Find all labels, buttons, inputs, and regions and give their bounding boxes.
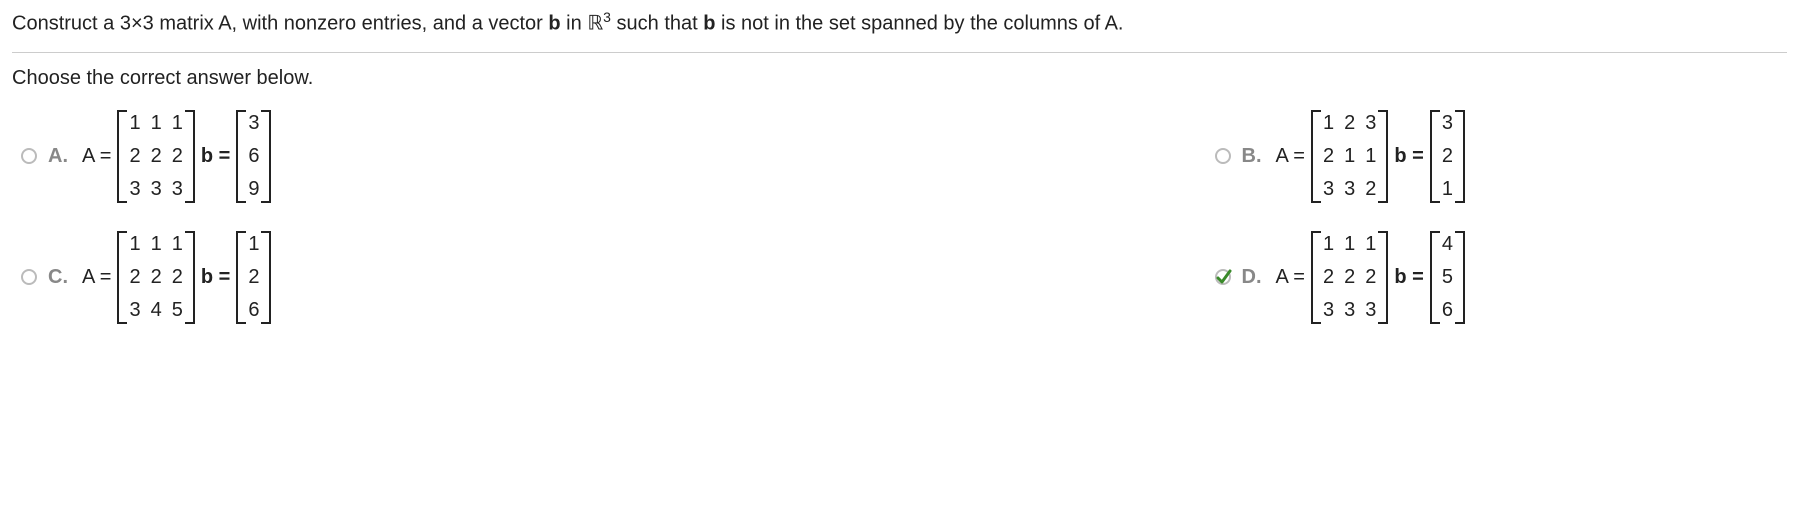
divider [12, 52, 1787, 53]
A-eq-label: A = [82, 266, 111, 289]
question-text: Construct a 3×3 matrix A, with nonzero e… [12, 8, 1787, 38]
cell: 1 [129, 233, 140, 256]
choice-c[interactable]: C. A = 111 222 345 b = 1 2 6 [20, 231, 594, 324]
vector-b: 3 2 1 [1430, 110, 1465, 203]
cell: 6 [248, 145, 259, 168]
cell: 2 [151, 266, 162, 289]
q-part: such that [611, 13, 703, 35]
matrix-A: 111 222 345 [117, 231, 194, 324]
vector-b: 3 6 9 [236, 110, 271, 203]
b-eq-label: b = [1394, 145, 1423, 168]
cell: 3 [129, 178, 140, 201]
cell: 3 [151, 178, 162, 201]
instruction-text: Choose the correct answer below. [12, 67, 1787, 90]
b-eq-label: b = [201, 266, 230, 289]
cell: 3 [1323, 178, 1334, 201]
cell: 1 [1323, 112, 1334, 135]
radio-checked-correct-icon[interactable] [1214, 268, 1232, 286]
cell: 2 [129, 145, 140, 168]
cell: 1 [172, 112, 183, 135]
choices-grid: A. A = 111 222 333 b = 3 6 9 [12, 110, 1787, 324]
cell: 1 [172, 233, 183, 256]
cell: 2 [1365, 266, 1376, 289]
cell: 1 [1344, 145, 1355, 168]
cell: 2 [1365, 178, 1376, 201]
cell: 1 [129, 112, 140, 135]
matrix-A: 111 222 333 [1311, 231, 1388, 324]
choice-d[interactable]: D. A = 111 222 333 b = 4 5 6 [1214, 231, 1788, 324]
choice-equation: A = 111 222 345 b = 1 2 6 [82, 231, 271, 324]
q-R: ℝ [587, 13, 603, 35]
cell: 2 [172, 266, 183, 289]
cell: 2 [1344, 266, 1355, 289]
cell: 9 [248, 178, 259, 201]
cell: 5 [1442, 266, 1453, 289]
cell: 1 [1344, 233, 1355, 256]
q-part: 3 matrix A, with nonzero entries, and a … [143, 13, 549, 35]
q-part: in [561, 13, 588, 35]
cell: 1 [1365, 145, 1376, 168]
radio-unchecked-icon[interactable] [20, 147, 38, 165]
cell: 3 [1344, 299, 1355, 322]
radio-unchecked-icon[interactable] [20, 268, 38, 286]
cell: 1 [151, 233, 162, 256]
cell: 3 [1323, 299, 1334, 322]
cell: 3 [129, 299, 140, 322]
q-part: is not in the set spanned by the columns… [715, 13, 1123, 35]
cell: 2 [151, 145, 162, 168]
cell: 1 [151, 112, 162, 135]
choice-equation: A = 111 222 333 b = 4 5 6 [1276, 231, 1465, 324]
vector-b: 4 5 6 [1430, 231, 1465, 324]
cell: 3 [1344, 178, 1355, 201]
matrix-A: 111 222 333 [117, 110, 194, 203]
cell: 1 [1442, 178, 1453, 201]
b-eq-label: b = [201, 145, 230, 168]
cell: 3 [1365, 112, 1376, 135]
cell: 4 [151, 299, 162, 322]
cell: 3 [1365, 299, 1376, 322]
cell: 1 [248, 233, 259, 256]
cell: 2 [1344, 112, 1355, 135]
cell: 2 [172, 145, 183, 168]
cell: 2 [1323, 145, 1334, 168]
cell: 6 [1442, 299, 1453, 322]
A-eq-label: A = [1276, 266, 1305, 289]
cell: 1 [1323, 233, 1334, 256]
radio-unchecked-icon[interactable] [1214, 147, 1232, 165]
choice-letter: A. [48, 145, 68, 168]
cell: 3 [172, 178, 183, 201]
A-eq-label: A = [82, 145, 111, 168]
q-b: b [703, 13, 715, 35]
cell: 3 [1442, 112, 1453, 135]
choice-equation: A = 123 211 332 b = 3 2 1 [1276, 110, 1465, 203]
cell: 6 [248, 299, 259, 322]
cell: 2 [1442, 145, 1453, 168]
A-eq-label: A = [1276, 145, 1305, 168]
q-exp: 3 [603, 9, 611, 25]
choice-letter: D. [1242, 266, 1262, 289]
cell: 5 [172, 299, 183, 322]
cell: 1 [1365, 233, 1376, 256]
choice-b[interactable]: B. A = 123 211 332 b = 3 2 1 [1214, 110, 1788, 203]
cell: 2 [1323, 266, 1334, 289]
cell: 2 [248, 266, 259, 289]
cell: 2 [129, 266, 140, 289]
matrix-A: 123 211 332 [1311, 110, 1388, 203]
cell: 4 [1442, 233, 1453, 256]
q-b: b [548, 13, 560, 35]
q-times: × [131, 13, 143, 35]
cell: 3 [248, 112, 259, 135]
choice-letter: B. [1242, 145, 1262, 168]
choice-a[interactable]: A. A = 111 222 333 b = 3 6 9 [20, 110, 594, 203]
vector-b: 1 2 6 [236, 231, 271, 324]
b-eq-label: b = [1394, 266, 1423, 289]
q-part: Construct a 3 [12, 13, 131, 35]
choice-equation: A = 111 222 333 b = 3 6 9 [82, 110, 271, 203]
choice-letter: C. [48, 266, 68, 289]
